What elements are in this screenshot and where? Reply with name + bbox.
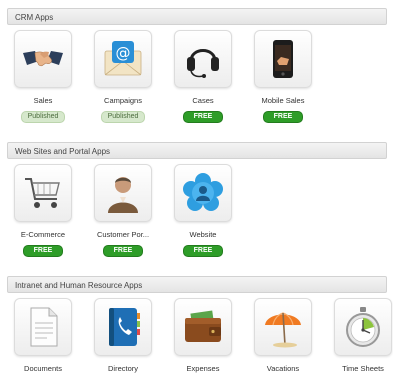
free-badge: FREE xyxy=(22,245,64,257)
app-tile-website[interactable]: Website FREE xyxy=(168,164,238,257)
app-icon-box[interactable] xyxy=(174,30,232,88)
app-name: Vacations xyxy=(266,364,300,373)
app-icon-box[interactable] xyxy=(174,164,232,222)
free-badge: FREE xyxy=(182,245,224,257)
app-tile-e-commerce[interactable]: E-Commerce FREE xyxy=(8,164,78,257)
app-tile-cases[interactable]: Cases FREE xyxy=(168,30,238,123)
app-name: Expenses xyxy=(186,364,220,373)
smartphone-icon xyxy=(273,40,293,78)
email-envelope-icon: @ xyxy=(104,41,142,76)
section-header-crm-apps: CRM Apps xyxy=(7,8,387,25)
app-name: Campaigns xyxy=(104,96,142,105)
customer-person-icon xyxy=(108,177,138,213)
status-badge: Published xyxy=(20,111,66,123)
free-badge: FREE xyxy=(262,111,304,123)
app-tile-expenses[interactable]: Expenses xyxy=(168,298,238,373)
app-tile-documents[interactable]: Documents xyxy=(8,298,78,373)
handshake-icon xyxy=(23,51,63,67)
app-tile-time-sheets[interactable]: Time Sheets xyxy=(328,298,393,373)
wallet-icon xyxy=(185,310,221,342)
app-tile-campaigns[interactable]: @ Campaigns Published xyxy=(88,30,158,123)
app-icon-box[interactable] xyxy=(94,164,152,222)
document-icon xyxy=(30,307,58,347)
app-name: E-Commerce xyxy=(20,230,66,239)
status-badge: Published xyxy=(100,111,146,123)
shopping-cart-icon xyxy=(25,178,60,208)
section-header-web-apps: Web Sites and Portal Apps xyxy=(7,142,387,159)
app-icon-box[interactable] xyxy=(174,298,232,356)
app-name: Mobile Sales xyxy=(261,96,305,105)
free-badge: FREE xyxy=(102,245,144,257)
app-icon-box[interactable] xyxy=(334,298,392,356)
app-name: Website xyxy=(189,230,217,239)
app-tile-vacations[interactable]: Vacations xyxy=(248,298,318,373)
app-tile-customer-portal[interactable]: Customer Por... FREE xyxy=(88,164,158,257)
app-icon-box[interactable] xyxy=(14,298,72,356)
app-icon-box[interactable] xyxy=(254,298,312,356)
phone-book-icon xyxy=(109,308,140,346)
app-icon-box[interactable] xyxy=(254,30,312,88)
app-name: Cases xyxy=(192,96,214,105)
app-tile-directory[interactable]: Directory xyxy=(88,298,158,373)
app-icon-box[interactable] xyxy=(94,298,152,356)
section-header-intranet-apps: Intranet and Human Resource Apps xyxy=(7,276,387,293)
website-flower-icon xyxy=(183,173,223,211)
free-badge: FREE xyxy=(182,111,224,123)
app-name: Sales xyxy=(33,96,53,105)
headset-icon xyxy=(187,49,219,78)
app-icon-box[interactable] xyxy=(14,164,72,222)
app-name: Time Sheets xyxy=(342,364,384,373)
app-icon-box[interactable] xyxy=(14,30,72,88)
app-tile-mobile-sales[interactable]: Mobile Sales FREE xyxy=(248,30,318,123)
stopwatch-icon xyxy=(346,307,380,347)
app-icon-box[interactable]: @ xyxy=(94,30,152,88)
beach-umbrella-icon xyxy=(265,312,301,348)
svg-text:@: @ xyxy=(116,44,131,62)
app-name: Documents xyxy=(24,364,62,373)
app-tile-sales[interactable]: Sales Published xyxy=(8,30,78,123)
app-name: Customer Por... xyxy=(96,230,150,239)
app-name: Directory xyxy=(107,364,138,373)
